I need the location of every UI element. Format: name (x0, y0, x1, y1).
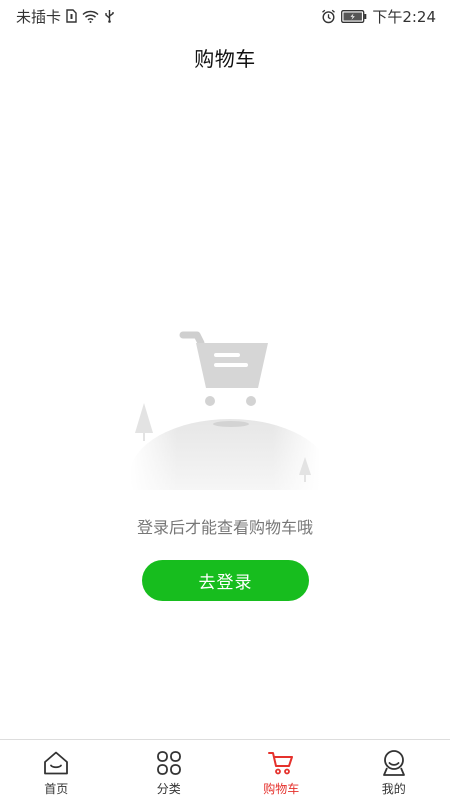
profile-icon (380, 749, 408, 777)
tab-profile[interactable]: 我的 (338, 740, 450, 800)
status-bar: 未插卡 下午2:24 (0, 0, 450, 32)
tab-category-label: 分类 (156, 782, 181, 796)
home-icon (42, 749, 70, 777)
tab-profile-label: 我的 (381, 782, 406, 796)
tab-cart-label: 购物车 (263, 782, 300, 796)
tab-home[interactable]: 首页 (0, 740, 113, 800)
empty-cart-message: 登录后才能查看购物车哦 (136, 518, 313, 537)
tab-cart[interactable]: 购物车 (225, 740, 338, 800)
page-title: 购物车 (194, 46, 256, 71)
status-left: 未插卡 (16, 6, 115, 27)
shopping-cart-illustration (130, 325, 330, 531)
status-time: 下午2:24 (372, 7, 436, 26)
login-button[interactable]: 去登录 (142, 560, 309, 601)
tab-category[interactable]: 分类 (113, 740, 226, 800)
bottom-nav: 首页 分类 购物车 我的 (0, 739, 450, 800)
cart-icon (267, 749, 295, 777)
status-right: 下午2:24 (321, 6, 436, 27)
wifi-icon (82, 10, 99, 23)
sim-card-icon (66, 9, 77, 23)
alarm-icon (321, 9, 336, 24)
tab-home-label: 首页 (44, 782, 69, 796)
usb-icon (104, 9, 115, 23)
carrier-text: 未插卡 (16, 7, 62, 26)
battery-charging-icon (341, 9, 367, 23)
category-icon (155, 749, 183, 777)
header: 购物车 (0, 32, 450, 82)
